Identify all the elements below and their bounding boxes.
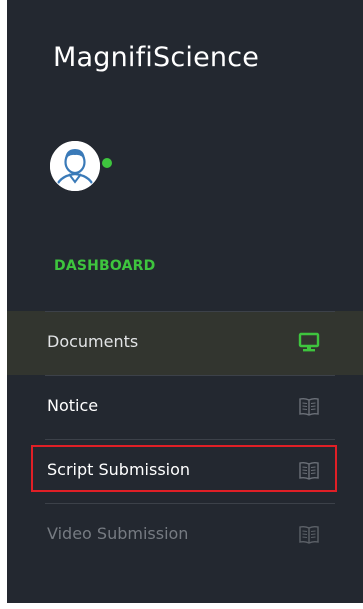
menu-divider: [45, 503, 335, 504]
sidebar-item-documents[interactable]: Documents: [7, 311, 363, 375]
sidebar-item-label: Documents: [47, 332, 139, 351]
menu-divider: [45, 311, 335, 312]
sidebar-item-label: Script Submission: [47, 460, 191, 479]
book-icon: [297, 394, 321, 418]
sidebar-item-notice[interactable]: Notice: [7, 375, 363, 439]
sidebar: MagnifiScience DASHBOARD Documents Notic…: [7, 0, 363, 603]
sidebar-item-video-submission[interactable]: Video Submission: [7, 503, 363, 567]
sidebar-item-script-submission[interactable]: Script Submission: [7, 439, 363, 503]
book-icon: [297, 458, 321, 482]
monitor-icon: [297, 330, 321, 354]
sidebar-item-label: Notice: [47, 396, 99, 415]
menu-divider: [45, 439, 335, 440]
brand-title[interactable]: MagnifiScience: [53, 40, 259, 76]
user-avatar-icon[interactable]: [49, 140, 101, 192]
section-label-dashboard: DASHBOARD: [54, 258, 156, 274]
online-status-dot: [102, 158, 112, 168]
sidebar-item-label: Video Submission: [47, 524, 189, 543]
menu-divider: [45, 375, 335, 376]
book-icon: [297, 522, 321, 546]
